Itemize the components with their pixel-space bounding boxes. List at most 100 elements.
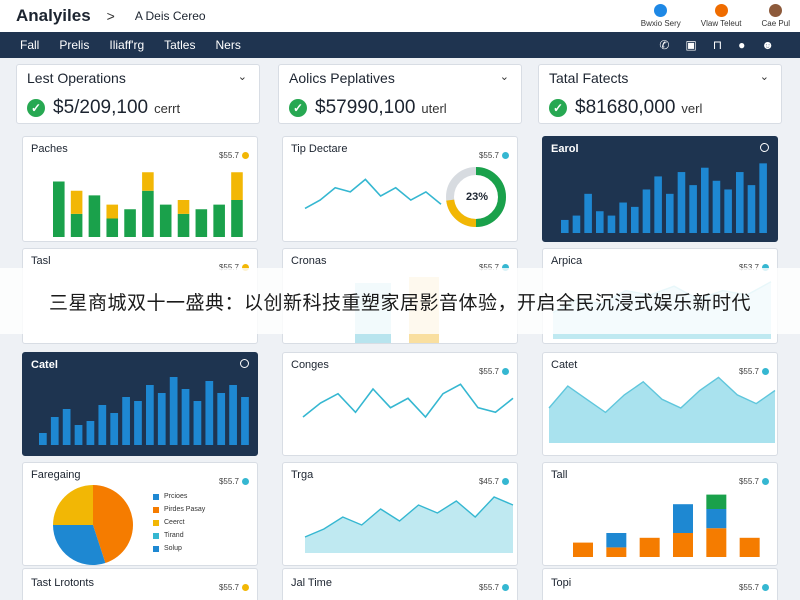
bar	[747, 185, 756, 233]
chevron-down-icon[interactable]: ⌄	[238, 70, 247, 83]
legend-label: Ceerct	[164, 519, 185, 526]
legend-swatch	[153, 519, 159, 526]
stat-card[interactable]: Aolics Peplatives ⌄ ✓ $57990,100 uterl	[278, 64, 522, 124]
bar	[724, 189, 732, 233]
bar	[639, 537, 660, 557]
nav-item-iliaffrg[interactable]: Iliaff'rg	[109, 38, 144, 52]
legend-swatch	[153, 506, 159, 513]
alert-icon[interactable]: ●	[738, 38, 745, 52]
bar	[229, 385, 237, 445]
bar	[106, 204, 119, 219]
bar	[573, 542, 593, 557]
bar	[193, 401, 202, 445]
chevron-down-icon[interactable]: ⌄	[500, 70, 509, 83]
series-line	[302, 383, 514, 419]
phone-icon[interactable]: ✆	[659, 38, 669, 52]
stat-unit: verl	[681, 100, 703, 116]
top-action-1[interactable]: Bwxio Sery	[641, 4, 681, 28]
chart-card-paches[interactable]: Paches $55.7	[22, 136, 258, 242]
card-title: Tasl	[31, 255, 51, 267]
bar	[86, 421, 95, 445]
chart-card-earol[interactable]: Earol	[542, 136, 778, 242]
user-icon[interactable]: ☻	[761, 38, 774, 52]
legend-item: Ceerct	[153, 519, 205, 526]
top-action-3[interactable]: Cae Pul	[762, 4, 790, 28]
status-dot-icon	[242, 584, 249, 591]
lock-icon[interactable]: ⊓	[713, 38, 722, 52]
line-chart	[304, 167, 506, 227]
chart-card-jal-time[interactable]: Jal Time $55.7	[282, 568, 518, 600]
card-meta: $55.7	[479, 583, 509, 592]
chart-card-tall[interactable]: Tall $55.7	[542, 462, 778, 566]
bar	[642, 189, 651, 233]
chart-card-conges[interactable]: Conges $55.7	[282, 352, 518, 456]
stacked-bar-chart	[573, 494, 760, 557]
donut-label: 23%	[466, 191, 489, 203]
bar	[739, 537, 760, 557]
bar	[177, 200, 190, 214]
area-fill	[549, 377, 775, 443]
bar	[146, 385, 154, 445]
chevron-down-icon[interactable]: ⌄	[760, 70, 769, 83]
bar	[631, 206, 639, 233]
area-chart	[304, 496, 514, 553]
bar	[177, 213, 190, 237]
chart-card-tip-dectare[interactable]: Tip Dectare $55.7 23%	[282, 136, 518, 242]
promo-banner: 三星商城双十一盛典：以创新科技重塑家居影音体验，开启全民沉浸式娱乐新时代	[0, 268, 800, 334]
bar	[98, 405, 107, 445]
app-title: Analyiles	[16, 6, 91, 25]
legend-swatch	[153, 493, 159, 500]
area-fill	[305, 497, 513, 553]
bar-chart	[53, 172, 243, 237]
avatar-icon	[714, 4, 728, 17]
chart-card-faregaing[interactable]: Faregaing $55.7 Prcioes Pirdes Pasay Cee…	[22, 462, 258, 566]
area-chart	[548, 376, 776, 443]
bar	[231, 200, 243, 237]
bar	[706, 494, 727, 509]
stat-title: Tatal Fatects	[549, 70, 629, 86]
bar	[706, 509, 727, 529]
breadcrumb-separator: >	[106, 8, 115, 24]
check-icon: ✓	[27, 99, 45, 117]
top-action-2[interactable]: Vlaw Teleut	[701, 4, 742, 28]
bar	[654, 176, 662, 233]
chart-card-tast-lrotonts[interactable]: Tast Lrotonts $55.7	[22, 568, 258, 600]
chart-card-topi[interactable]: Topi $55.7	[542, 568, 778, 600]
bar	[666, 193, 674, 233]
bar	[607, 215, 616, 233]
chart-card-catel[interactable]: Catel	[22, 352, 258, 456]
bar	[88, 195, 101, 237]
breadcrumb[interactable]: A Deis Cereo	[135, 9, 206, 23]
bar	[701, 167, 709, 233]
bar	[213, 204, 225, 237]
bar	[50, 417, 59, 445]
legend-swatch	[153, 532, 159, 539]
top-actions: Bwxio Sery Vlaw Teleut Cae Pul	[641, 0, 790, 32]
stat-card[interactable]: Lest Operations ⌄ ✓ $5/209,100 cerrt	[16, 64, 260, 124]
bar	[70, 190, 83, 214]
nav-item-fall[interactable]: Fall	[20, 38, 39, 52]
bar	[157, 393, 166, 445]
card-title: Jal Time	[291, 577, 332, 589]
legend-swatch	[153, 545, 159, 552]
nav-item-ners[interactable]: Ners	[215, 38, 240, 52]
bag-icon[interactable]: ▣	[685, 38, 696, 52]
legend-item: Prcioes	[153, 493, 205, 500]
stat-row: ✓ $5/209,100 cerrt	[27, 97, 180, 119]
status-dot-icon	[502, 584, 509, 591]
bar	[572, 215, 581, 233]
bar	[241, 397, 249, 445]
bar	[217, 393, 226, 445]
line-chart	[302, 383, 514, 419]
bar	[39, 433, 47, 445]
bar	[606, 547, 627, 557]
card-meta: $55.7	[739, 583, 769, 592]
chart-card-trga[interactable]: Trga $45.7	[282, 462, 518, 566]
bar	[689, 185, 697, 233]
top-action-label: Cae Pul	[761, 19, 790, 28]
nav-item-tatles[interactable]: Tatles	[164, 38, 195, 52]
stat-card[interactable]: Tatal Fatects ⌄ ✓ $81680,000 verl	[538, 64, 782, 124]
status-dot-icon	[762, 584, 769, 591]
chart-card-catet[interactable]: Catet $55.7	[542, 352, 778, 456]
nav-item-prelis[interactable]: Prelis	[59, 38, 89, 52]
